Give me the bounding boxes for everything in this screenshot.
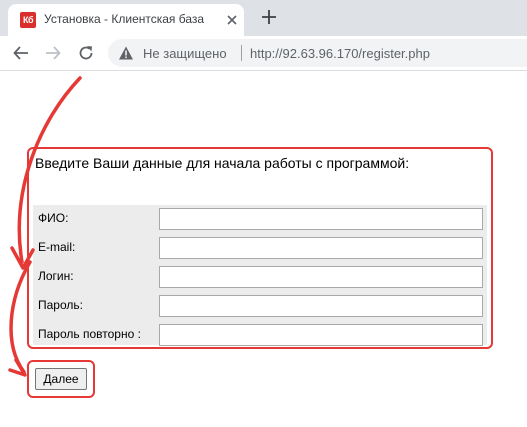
form-row-login: Логин:: [33, 263, 487, 292]
browser-toolbar: Не защищено http://92.63.96.170/register…: [0, 36, 527, 71]
password-label: Пароль:: [38, 298, 83, 312]
browser-tab[interactable]: Кб Установка - Клиентская база: [8, 4, 244, 36]
login-label: Логин:: [38, 269, 74, 283]
tab-strip: Кб Установка - Клиентская база: [0, 0, 527, 36]
form-row-fio: ФИО:: [33, 205, 487, 234]
password-repeat-input[interactable]: [159, 324, 483, 346]
password-repeat-label: Пароль повторно :: [38, 327, 141, 341]
back-icon[interactable]: [12, 44, 30, 62]
omnibox-separator: [241, 45, 242, 61]
intro-text: Введите Ваши данные для начала работы с …: [35, 155, 410, 171]
next-button[interactable]: Далее: [35, 368, 87, 390]
url-text[interactable]: http://92.63.96.170/register.php: [250, 46, 430, 61]
form-row-email: E-mail:: [33, 234, 487, 263]
login-input[interactable]: [159, 266, 483, 288]
new-tab-icon[interactable]: [260, 8, 278, 26]
forward-icon[interactable]: [44, 44, 62, 62]
address-bar[interactable]: Не защищено http://92.63.96.170/register…: [108, 39, 527, 67]
reload-icon[interactable]: [77, 44, 95, 62]
email-input[interactable]: [159, 237, 483, 259]
fio-input[interactable]: [159, 208, 483, 230]
warning-icon[interactable]: [118, 45, 134, 61]
fio-label: ФИО:: [38, 211, 69, 225]
form-row-password: Пароль:: [33, 292, 487, 321]
registration-panel: Введите Ваши данные для начала работы с …: [27, 147, 493, 349]
security-status[interactable]: Не защищено: [143, 46, 227, 61]
email-label: E-mail:: [38, 240, 76, 254]
password-input[interactable]: [159, 295, 483, 317]
site-favicon: Кб: [20, 12, 36, 28]
registration-form: ФИО: E-mail: Логин: Пароль: Пароль повто…: [33, 205, 487, 346]
tab-title: Установка - Клиентская база: [44, 12, 205, 26]
form-row-password-repeat: Пароль повторно :: [33, 321, 487, 350]
next-button-highlight: Далее: [27, 360, 95, 398]
close-icon[interactable]: [224, 12, 240, 28]
